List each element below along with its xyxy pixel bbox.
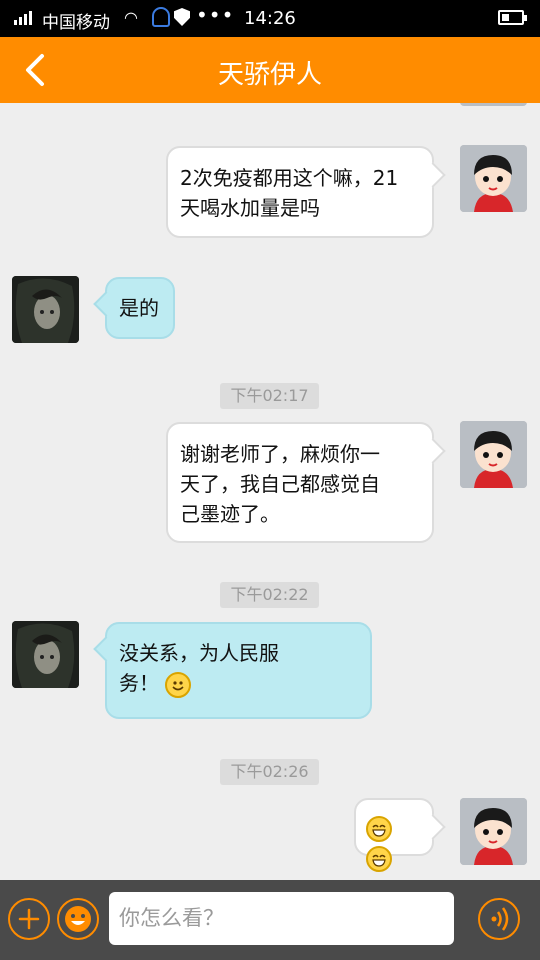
message-line: 己墨迹了。 [180,502,280,526]
message-input[interactable]: 你怎么看？ [109,892,454,945]
status-bar: 中国移动 ◠ ••• 14:26 [0,0,540,37]
cartoon-boy-avatar-icon [460,798,527,865]
status-time: 14:26 [244,8,296,29]
voice-input-button[interactable] [478,898,520,940]
chat-title: 天骄伊人 [217,60,322,90]
message-line: 谢谢老师了，麻烦你一 [180,442,380,466]
incoming-message[interactable]: 没关系，为人民服 务！ [105,622,372,719]
outgoing-message[interactable]: 2次免疫都用这个嘛，21 天喝水加量是吗 [166,146,434,238]
message-line-with-emoji: 务！ [119,668,358,698]
message-timestamp: 下午02:17 [220,383,319,409]
more-notifications-icon: ••• [196,3,235,27]
message-line: 没关系，为人民服 [119,641,279,665]
message-line: 天喝水加量是吗 [180,196,320,220]
title-bar: 天骄伊人 [0,37,540,103]
user-avatar[interactable] [460,145,527,212]
cartoon-boy-avatar-icon [460,421,527,488]
incoming-message[interactable]: 是的 [105,277,175,339]
voice-wave-icon [491,907,509,931]
smiley-icon [65,906,91,932]
headset-icon [152,7,170,27]
user-avatar[interactable] [460,103,527,106]
user-avatar[interactable] [460,421,527,488]
contact-avatar[interactable] [12,276,79,343]
battery-icon [498,10,527,25]
outgoing-message[interactable] [354,798,434,872]
message-line: 务！ [119,671,159,695]
shield-icon [174,8,190,26]
composer-bar: 你怎么看？ [0,880,540,960]
contact-photo-icon [12,621,79,688]
signal-icon [14,11,32,25]
contact-photo-icon [12,276,79,343]
user-avatar[interactable] [460,798,527,865]
message-line: 天了，我自己都感觉自 [180,472,380,496]
message-line: 2次免疫都用这个嘛，21 [180,166,399,190]
carrier-name: 中国移动 [42,13,110,33]
emoji-button[interactable] [57,898,99,940]
wifi-icon: ◠ [124,8,138,27]
smile-emoji-icon [165,671,192,698]
grin-emoji-icon [366,815,392,842]
chat-messages[interactable]: 2次免疫都用这个嘛，21 天喝水加量是吗 是的 下午02:17 谢谢老师了，麻烦… [0,103,540,880]
cartoon-boy-avatar-icon [460,145,527,212]
message-timestamp: 下午02:22 [220,582,319,608]
message-timestamp: 下午02:26 [220,759,319,785]
add-attachment-button[interactable] [8,898,50,940]
contact-avatar[interactable] [12,621,79,688]
outgoing-message[interactable]: 谢谢老师了，麻烦你一 天了，我自己都感觉自 己墨迹了。 [166,422,434,543]
grin-emoji-icon [366,845,392,872]
plus-icon [18,908,40,930]
message-text: 是的 [119,296,159,320]
